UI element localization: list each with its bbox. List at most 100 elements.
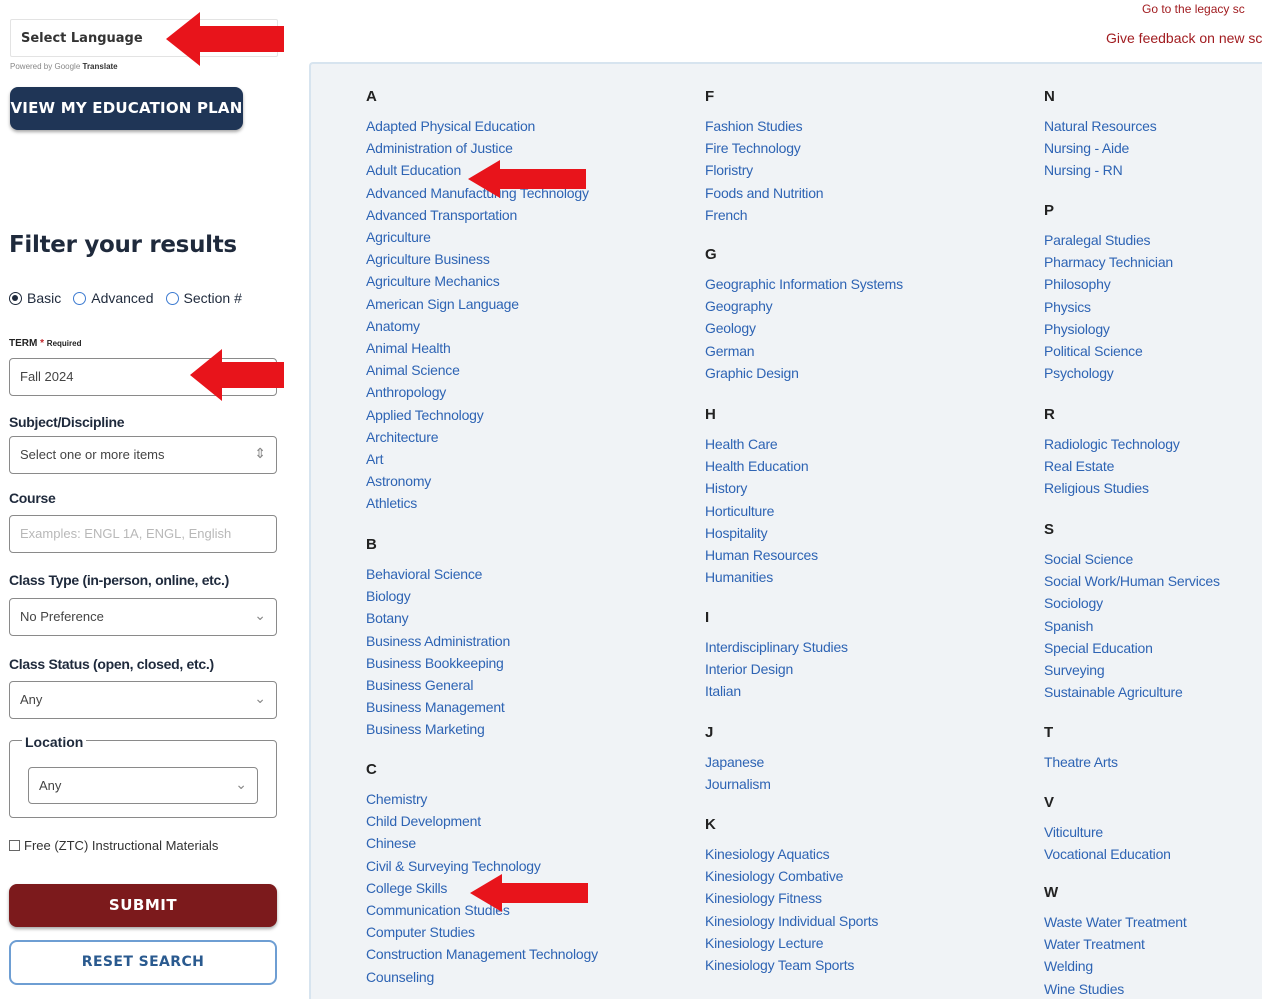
- subject-link[interactable]: Business Marketing: [366, 721, 485, 737]
- subject-link[interactable]: Social Work/Human Services: [1044, 573, 1220, 589]
- subject-link[interactable]: Applied Technology: [366, 407, 484, 423]
- subject-link[interactable]: Paralegal Studies: [1044, 232, 1151, 248]
- subject-link[interactable]: Agriculture Business: [366, 251, 490, 267]
- subject-link[interactable]: Kinesiology Combative: [705, 868, 843, 884]
- mode-section-radio[interactable]: Section #: [165, 290, 242, 306]
- subject-link[interactable]: Chinese: [366, 835, 416, 851]
- subject-link[interactable]: Real Estate: [1044, 458, 1114, 474]
- subject-link[interactable]: Radiologic Technology: [1044, 436, 1180, 452]
- subject-link[interactable]: Social Science: [1044, 551, 1133, 567]
- subject-link[interactable]: Nursing - RN: [1044, 162, 1123, 178]
- subject-link[interactable]: Geographic Information Systems: [705, 276, 903, 292]
- subject-link[interactable]: Horticulture: [705, 503, 774, 519]
- subject-link[interactable]: Animal Health: [366, 340, 451, 356]
- subject-link[interactable]: Business Bookkeeping: [366, 655, 504, 671]
- subject-link[interactable]: Chemistry: [366, 791, 427, 807]
- subject-select[interactable]: Select one or more items ⇕: [9, 436, 277, 474]
- subject-link[interactable]: Business General: [366, 677, 474, 693]
- subject-link[interactable]: Viticulture: [1044, 824, 1103, 840]
- subject-link[interactable]: Adult Education: [366, 162, 461, 178]
- subject-link[interactable]: Health Education: [705, 458, 809, 474]
- subject-link[interactable]: Pharmacy Technician: [1044, 254, 1173, 270]
- subject-link[interactable]: American Sign Language: [366, 296, 519, 312]
- submit-button[interactable]: SUBMIT: [9, 884, 277, 927]
- subject-link[interactable]: Theatre Arts: [1044, 754, 1118, 770]
- subject-link[interactable]: Wine Studies: [1044, 981, 1124, 997]
- subject-link[interactable]: Kinesiology Team Sports: [705, 957, 854, 973]
- subject-link[interactable]: Foods and Nutrition: [705, 185, 824, 201]
- subject-link[interactable]: Agriculture Mechanics: [366, 273, 500, 289]
- subject-link[interactable]: Anthropology: [366, 384, 446, 400]
- subject-link[interactable]: Japanese: [705, 754, 764, 770]
- subject-link[interactable]: Adapted Physical Education: [366, 118, 535, 134]
- legacy-site-link[interactable]: Go to the legacy sc: [1142, 4, 1262, 18]
- subject-link[interactable]: Kinesiology Individual Sports: [705, 913, 878, 929]
- subject-link[interactable]: Fashion Studies: [705, 118, 803, 134]
- subject-link[interactable]: Advanced Transportation: [366, 207, 517, 223]
- subject-link[interactable]: History: [705, 480, 747, 496]
- mode-basic-radio[interactable]: Basic: [9, 290, 61, 306]
- subject-link[interactable]: Nursing - Aide: [1044, 140, 1129, 156]
- subject-link[interactable]: Astronomy: [366, 473, 431, 489]
- subject-link[interactable]: Sociology: [1044, 595, 1103, 611]
- subject-link[interactable]: Animal Science: [366, 362, 460, 378]
- subject-link[interactable]: Kinesiology Fitness: [705, 890, 822, 906]
- subject-link[interactable]: German: [705, 343, 755, 359]
- subject-link[interactable]: Religious Studies: [1044, 480, 1149, 496]
- subject-link[interactable]: Business Management: [366, 699, 505, 715]
- subject-link[interactable]: Botany: [366, 610, 409, 626]
- subject-link[interactable]: Health Care: [705, 436, 778, 452]
- subject-link[interactable]: Psychology: [1044, 365, 1114, 381]
- subject-link[interactable]: Surveying: [1044, 662, 1105, 678]
- subject-link[interactable]: Sustainable Agriculture: [1044, 684, 1183, 700]
- subject-link[interactable]: Hospitality: [705, 525, 768, 541]
- subject-link[interactable]: Architecture: [366, 429, 438, 445]
- subject-link[interactable]: Geology: [705, 320, 756, 336]
- subject-link[interactable]: Kinesiology Aquatics: [705, 846, 830, 862]
- subject-link[interactable]: Political Science: [1044, 343, 1143, 359]
- subject-link[interactable]: Spanish: [1044, 618, 1093, 634]
- class-type-select[interactable]: No Preference ⌄: [9, 598, 277, 636]
- subject-link[interactable]: Agriculture: [366, 229, 431, 245]
- subject-link[interactable]: Physics: [1044, 299, 1091, 315]
- feedback-link[interactable]: Give feedback on new sc: [1106, 30, 1262, 46]
- subject-link[interactable]: Art: [366, 451, 384, 467]
- subject-link[interactable]: Computer Studies: [366, 924, 475, 940]
- subject-link[interactable]: French: [705, 207, 748, 223]
- subject-link[interactable]: Child Development: [366, 813, 481, 829]
- subject-link[interactable]: Geography: [705, 298, 773, 314]
- subject-link[interactable]: Special Education: [1044, 640, 1153, 656]
- subject-link[interactable]: Graphic Design: [705, 365, 799, 381]
- class-status-select[interactable]: Any ⌄: [9, 681, 277, 719]
- subject-link[interactable]: Biology: [366, 588, 411, 604]
- subject-link[interactable]: Vocational Education: [1044, 846, 1171, 862]
- mode-advanced-radio[interactable]: Advanced: [73, 290, 154, 306]
- subject-link[interactable]: Counseling: [366, 969, 434, 985]
- subject-link[interactable]: Interdisciplinary Studies: [705, 639, 848, 655]
- subject-link[interactable]: College Skills: [366, 880, 447, 896]
- subject-link[interactable]: Anatomy: [366, 318, 420, 334]
- subject-link[interactable]: Business Administration: [366, 633, 510, 649]
- subject-link[interactable]: Italian: [705, 683, 741, 699]
- subject-link[interactable]: Interior Design: [705, 661, 793, 677]
- subject-link[interactable]: Behavioral Science: [366, 566, 482, 582]
- subject-link[interactable]: Humanities: [705, 569, 773, 585]
- subject-link[interactable]: Philosophy: [1044, 276, 1111, 292]
- subject-link[interactable]: Administration of Justice: [366, 140, 513, 156]
- location-select[interactable]: Any ⌄: [28, 767, 258, 804]
- subject-link[interactable]: Kinesiology Lecture: [705, 935, 824, 951]
- ztc-checkbox-row[interactable]: Free (ZTC) Instructional Materials: [9, 838, 218, 853]
- subject-link[interactable]: Athletics: [366, 495, 417, 511]
- subject-link[interactable]: Water Treatment: [1044, 936, 1145, 952]
- subject-link[interactable]: Natural Resources: [1044, 118, 1157, 134]
- reset-search-button[interactable]: RESET SEARCH: [9, 940, 277, 985]
- subject-link[interactable]: Civil & Surveying Technology: [366, 858, 541, 874]
- subject-link[interactable]: Waste Water Treatment: [1044, 914, 1187, 930]
- subject-link[interactable]: Human Resources: [705, 547, 818, 563]
- course-input[interactable]: Examples: ENGL 1A, ENGL, English: [9, 515, 277, 553]
- subject-link[interactable]: Floristry: [705, 162, 753, 178]
- subject-link[interactable]: Physiology: [1044, 321, 1110, 337]
- subject-link[interactable]: Construction Management Technology: [366, 946, 598, 962]
- subject-link[interactable]: Welding: [1044, 958, 1093, 974]
- subject-link[interactable]: Fire Technology: [705, 140, 801, 156]
